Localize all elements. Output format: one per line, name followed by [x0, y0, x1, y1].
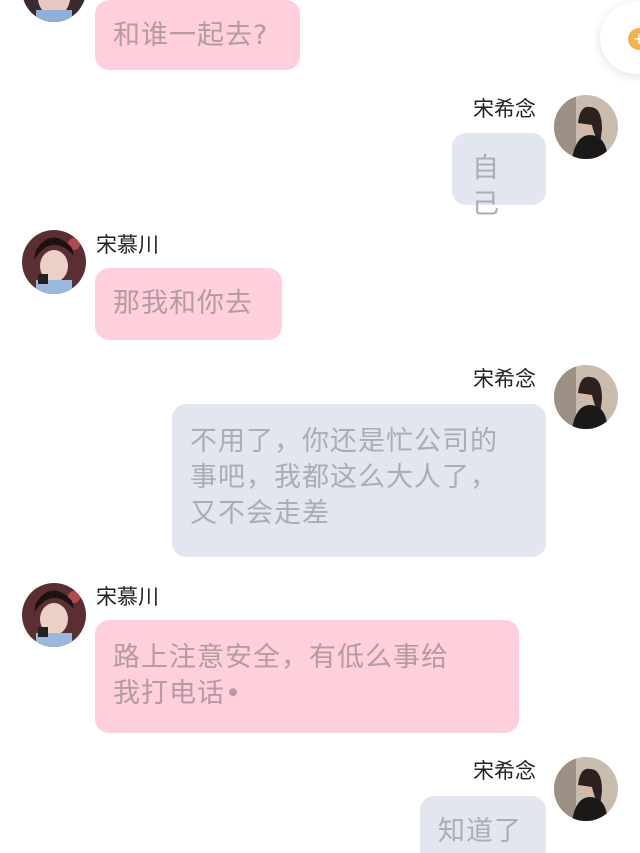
- message-bubble[interactable]: 知道了: [420, 796, 546, 853]
- message-line: 事吧，我都这么大人了，: [190, 462, 498, 493]
- avatar-right[interactable]: [554, 365, 618, 429]
- sender-name: 宋希念: [473, 759, 536, 783]
- message-bubble[interactable]: 那我和你去: [95, 268, 282, 340]
- message-text: 知道了: [438, 816, 522, 847]
- message-bubble[interactable]: 自己: [452, 133, 546, 220]
- message-text: 那我和你去: [113, 288, 253, 319]
- avatar-left[interactable]: [22, 0, 86, 22]
- sender-name: 宋慕川: [96, 233, 159, 257]
- avatar-left[interactable]: [22, 583, 86, 647]
- sender-name: 宋希念: [473, 97, 536, 121]
- message-line: 我打电话•: [113, 678, 242, 709]
- message-text: 自己: [472, 153, 500, 220]
- message-line: 路上注意安全，有低么事给: [113, 642, 449, 673]
- avatar-right[interactable]: [554, 757, 618, 821]
- message-bubble[interactable]: 不用了，你还是忙公司的 事吧，我都这么大人了， 又不会走差: [172, 404, 546, 557]
- avatar-right[interactable]: [554, 95, 618, 159]
- sender-name: 宋希念: [473, 367, 536, 391]
- message-text: 和谁一起去?: [113, 20, 269, 51]
- avatar-left[interactable]: [22, 230, 86, 294]
- sender-name: 宋慕川: [96, 585, 159, 609]
- message-line: 不用了，你还是忙公司的: [190, 426, 498, 457]
- message-line: 又不会走差: [190, 498, 330, 529]
- message-bubble[interactable]: 路上注意安全，有低么事给 我打电话•: [95, 620, 519, 733]
- message-bubble[interactable]: 和谁一起去?: [95, 0, 300, 70]
